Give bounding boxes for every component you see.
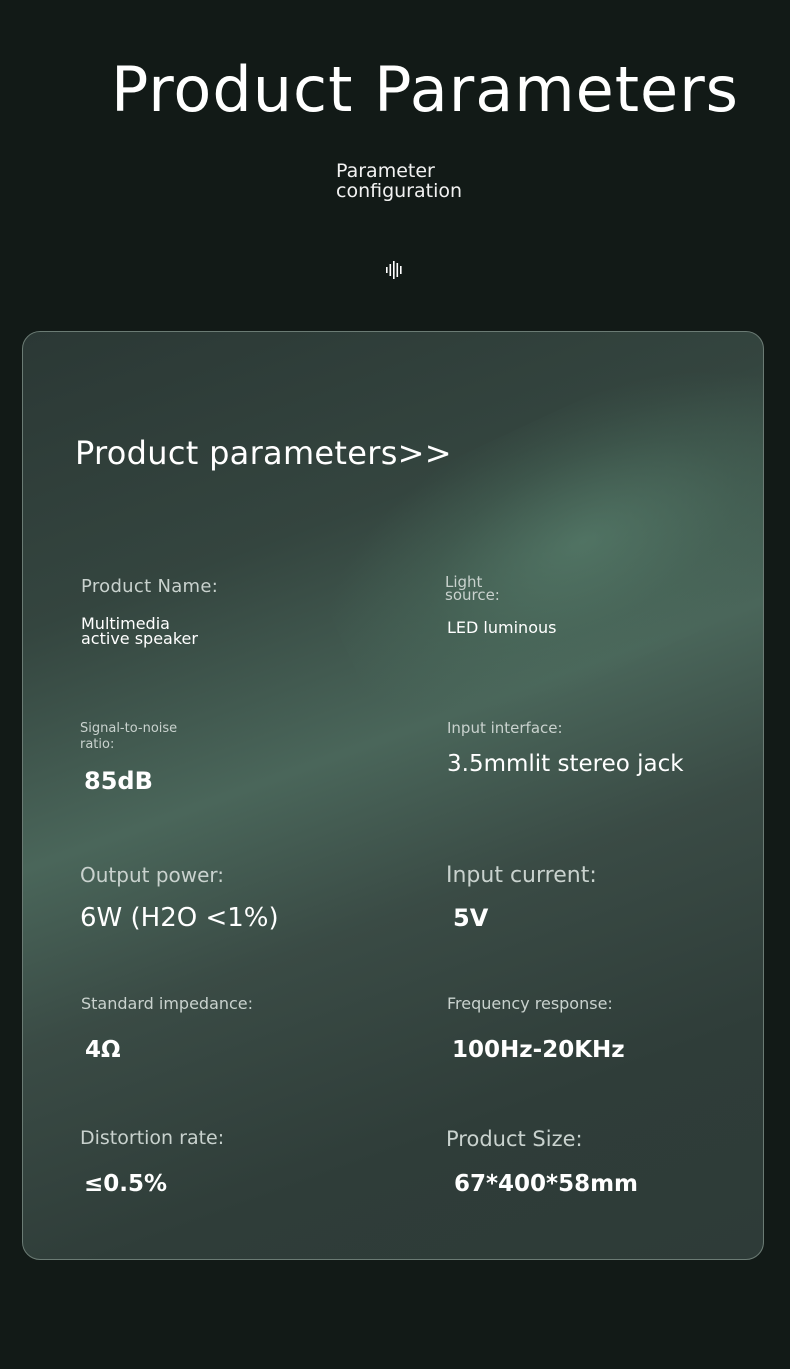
param-label: Frequency response: bbox=[447, 994, 613, 1013]
param-value: Multimedia active speaker bbox=[81, 614, 198, 648]
param-label: Product Size: bbox=[446, 1127, 583, 1151]
param-snr: Signal-to-noise ratio: 85dB bbox=[80, 721, 280, 795]
param-distortion: Distortion rate: ≤0.5% bbox=[80, 1127, 380, 1197]
param-label: Input interface: bbox=[447, 719, 563, 737]
param-value: 5V bbox=[453, 904, 489, 932]
param-label: Signal-to-noise ratio: bbox=[80, 721, 178, 752]
param-product-name: Product Name: Multimedia active speaker bbox=[81, 576, 301, 648]
param-frequency: Frequency response: 100Hz-20KHz bbox=[447, 994, 747, 1063]
param-size: Product Size: 67*400*58mm bbox=[446, 1127, 746, 1197]
sound-wave-icon bbox=[386, 261, 402, 279]
param-value: ≤0.5% bbox=[84, 1171, 168, 1197]
param-value: 67*400*58mm bbox=[454, 1171, 639, 1197]
param-impedance: Standard impedance: 4Ω bbox=[81, 994, 381, 1063]
page-title: Product Parameters bbox=[111, 53, 739, 126]
param-value: LED luminous bbox=[447, 618, 557, 637]
param-value: 85dB bbox=[84, 767, 153, 795]
param-output-power: Output power: 6W (H2O <1%) bbox=[80, 863, 380, 933]
param-value: 4Ω bbox=[85, 1037, 121, 1063]
param-input-interface: Input interface: 3.5mmlit stereo jack bbox=[447, 719, 747, 777]
param-label: Light source: bbox=[445, 573, 500, 604]
parameters-card: Product parameters>> Product Name: Multi… bbox=[22, 331, 764, 1260]
param-light-source: Light source: LED luminous bbox=[445, 573, 645, 638]
param-value: 6W (H2O <1%) bbox=[80, 903, 279, 933]
card-title: Product parameters>> bbox=[75, 434, 452, 472]
param-label: Output power: bbox=[80, 863, 225, 887]
param-value: 3.5mmlit stereo jack bbox=[447, 751, 684, 777]
card-glow bbox=[292, 332, 763, 770]
param-label: Distortion rate: bbox=[80, 1127, 225, 1149]
param-input-current: Input current: 5V bbox=[446, 863, 746, 932]
param-label: Product Name: bbox=[81, 576, 219, 597]
param-label: Standard impedance: bbox=[81, 994, 254, 1013]
page-subtitle: Parameter configuration bbox=[336, 160, 463, 202]
param-value: 100Hz-20KHz bbox=[452, 1037, 625, 1063]
param-label: Input current: bbox=[446, 863, 597, 888]
